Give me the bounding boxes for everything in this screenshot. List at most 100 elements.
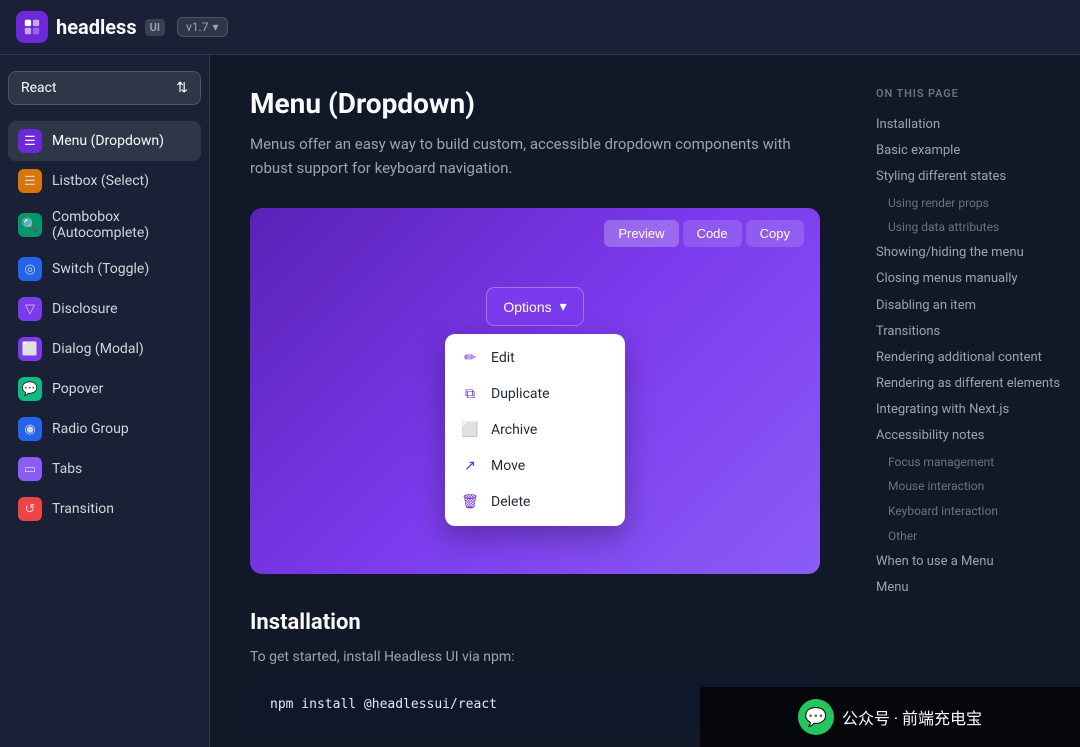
nav-label-listbox-select: Listbox (Select)	[52, 173, 149, 189]
nav-icon-dialog-modal: ⬜	[18, 337, 42, 361]
sidebar-nav: ☰ Menu (Dropdown) ☰ Listbox (Select) 🔍 Combob…	[8, 121, 201, 529]
toc-item-disabling-an-item[interactable]: Disabling an item	[876, 293, 1064, 319]
menu-item-label-archive: Archive	[491, 422, 537, 438]
installation-title: Installation	[250, 610, 820, 635]
demo-toolbar: Preview Code Copy	[250, 208, 820, 247]
menu-item-delete[interactable]: 🗑 Delete	[445, 484, 625, 520]
toc-item-keyboard-interaction[interactable]: Keyboard interaction	[876, 499, 1064, 524]
demo-container: Preview Code Copy Options ▾ ✏ Edit ⧉ Duplic…	[250, 208, 820, 574]
menu-item-label-delete: Delete	[491, 494, 530, 510]
sidebar-item-menu-dropdown[interactable]: ☰ Menu (Dropdown)	[8, 121, 201, 161]
nav-icon-disclosure: ▽	[18, 297, 42, 321]
toc-item-integrating-with-nextjs[interactable]: Integrating with Next.js	[876, 397, 1064, 423]
logo-icon	[16, 11, 48, 43]
nav-icon-popover: 💬	[18, 377, 42, 401]
dropdown-wrapper: Options ▾ ✏ Edit ⧉ Duplicate ⬜ Archive ↗ Move 🗑 D…	[445, 287, 625, 526]
table-of-contents: ON THIS PAGE InstallationBasic exampleSt…	[860, 55, 1080, 747]
toc-heading: ON THIS PAGE	[876, 87, 1064, 100]
nav-icon-menu-dropdown: ☰	[18, 129, 42, 153]
version-selector[interactable]: v1.7 ▾	[177, 17, 228, 37]
toc-item-focus-management[interactable]: Focus management	[876, 450, 1064, 475]
menu-item-move[interactable]: ↗ Move	[445, 448, 625, 484]
page-title: Menu (Dropdown)	[250, 87, 820, 120]
toc-item-transitions[interactable]: Transitions	[876, 319, 1064, 345]
main-content: Menu (Dropdown) Menus offer an easy way …	[210, 55, 860, 747]
nav-icon-radio-group: ◉	[18, 417, 42, 441]
version-label: v1.7	[186, 20, 208, 34]
sidebar-item-disclosure[interactable]: ▽ Disclosure	[8, 289, 201, 329]
watermark-icon: 💬	[798, 699, 834, 735]
toc-list: InstallationBasic exampleStyling differe…	[876, 112, 1064, 601]
toc-item-accessibility-notes[interactable]: Accessibility notes	[876, 423, 1064, 449]
toc-item-using-render-props[interactable]: Using render props	[876, 191, 1064, 216]
main-layout: React ⇅ ☰ Menu (Dropdown) ☰ Listbox (Select…	[0, 55, 1080, 747]
sidebar-item-switch-toggle[interactable]: ◎ Switch (Toggle)	[8, 249, 201, 289]
page-description: Menus offer an easy way to build custom,…	[250, 132, 820, 180]
nav-label-combobox-autocomplete: Combobox (Autocomplete)	[52, 209, 191, 241]
toc-item-mouse-interaction[interactable]: Mouse interaction	[876, 474, 1064, 499]
toc-item-closing-menus-manually[interactable]: Closing menus manually	[876, 266, 1064, 292]
nav-label-disclosure: Disclosure	[52, 301, 118, 317]
logo-area: headless UI	[16, 11, 165, 43]
nav-label-dialog-modal: Dialog (Modal)	[52, 341, 144, 357]
menu-item-label-edit: Edit	[491, 350, 515, 366]
menu-item-icon-move: ↗	[461, 458, 479, 474]
menu-item-label-move: Move	[491, 458, 525, 474]
logo-ui-badge: UI	[145, 19, 165, 36]
code-button[interactable]: Code	[683, 220, 742, 247]
nav-label-popover: Popover	[52, 381, 103, 397]
nav-icon-tabs: ▭	[18, 457, 42, 481]
nav-label-switch-toggle: Switch (Toggle)	[52, 261, 149, 277]
watermark-text: 公众号 · 前端充电宝	[842, 705, 982, 729]
trigger-label: Options	[503, 299, 551, 315]
copy-button[interactable]: Copy	[746, 220, 804, 247]
framework-arrow: ⇅	[176, 80, 188, 96]
sidebar-item-popover[interactable]: 💬 Popover	[8, 369, 201, 409]
toc-item-when-to-use-a-menu[interactable]: When to use a Menu	[876, 549, 1064, 575]
toc-item-installation[interactable]: Installation	[876, 112, 1064, 138]
nav-label-radio-group: Radio Group	[52, 421, 129, 437]
toc-item-using-data-attributes[interactable]: Using data attributes	[876, 215, 1064, 240]
nav-label-transition: Transition	[52, 501, 114, 517]
toc-item-basic-example[interactable]: Basic example	[876, 138, 1064, 164]
nav-icon-switch-toggle: ◎	[18, 257, 42, 281]
toc-item-showing-hiding-menu[interactable]: Showing/hiding the menu	[876, 240, 1064, 266]
menu-item-label-duplicate: Duplicate	[491, 386, 550, 402]
watermark: 💬 公众号 · 前端充电宝	[700, 687, 1080, 747]
toc-item-styling-different-states[interactable]: Styling different states	[876, 164, 1064, 190]
sidebar-item-radio-group[interactable]: ◉ Radio Group	[8, 409, 201, 449]
toc-item-menu-ref[interactable]: Menu	[876, 575, 1064, 601]
top-navigation: headless UI v1.7 ▾	[0, 0, 1080, 55]
toc-item-rendering-additional-content[interactable]: Rendering additional content	[876, 345, 1064, 371]
menu-item-icon-duplicate: ⧉	[461, 386, 479, 402]
nav-label-menu-dropdown: Menu (Dropdown)	[52, 133, 164, 149]
toc-item-other[interactable]: Other	[876, 524, 1064, 549]
version-chevron: ▾	[212, 20, 218, 34]
menu-item-icon-delete: 🗑	[461, 494, 479, 510]
sidebar-item-dialog-modal[interactable]: ⬜ Dialog (Modal)	[8, 329, 201, 369]
sidebar-item-transition[interactable]: ↺ Transition	[8, 489, 201, 529]
trigger-arrow-icon: ▾	[560, 298, 567, 315]
menu-item-edit[interactable]: ✏ Edit	[445, 340, 625, 376]
toc-item-rendering-as-different-elements[interactable]: Rendering as different elements	[876, 371, 1064, 397]
nav-icon-transition: ↺	[18, 497, 42, 521]
framework-selector[interactable]: React ⇅	[8, 71, 201, 105]
sidebar-item-combobox-autocomplete[interactable]: 🔍 Combobox (Autocomplete)	[8, 201, 201, 249]
dropdown-menu: ✏ Edit ⧉ Duplicate ⬜ Archive ↗ Move 🗑 Delete	[445, 334, 625, 526]
preview-button[interactable]: Preview	[604, 220, 678, 247]
nav-icon-combobox-autocomplete: 🔍	[18, 213, 42, 237]
menu-item-icon-archive: ⬜	[461, 422, 479, 438]
menu-item-icon-edit: ✏	[461, 350, 479, 366]
sidebar-item-listbox-select[interactable]: ☰ Listbox (Select)	[8, 161, 201, 201]
installation-desc: To get started, install Headless UI via …	[250, 649, 820, 665]
menu-item-duplicate[interactable]: ⧉ Duplicate	[445, 376, 625, 412]
framework-label: React	[21, 80, 57, 96]
install-code: npm install @headlessui/react	[270, 697, 497, 712]
sidebar-item-tabs[interactable]: ▭ Tabs	[8, 449, 201, 489]
sidebar: React ⇅ ☰ Menu (Dropdown) ☰ Listbox (Select…	[0, 55, 210, 747]
logo-text: headless	[56, 15, 137, 39]
nav-icon-listbox-select: ☰	[18, 169, 42, 193]
options-trigger[interactable]: Options ▾	[486, 287, 583, 326]
nav-label-tabs: Tabs	[52, 461, 82, 477]
menu-item-archive[interactable]: ⬜ Archive	[445, 412, 625, 448]
